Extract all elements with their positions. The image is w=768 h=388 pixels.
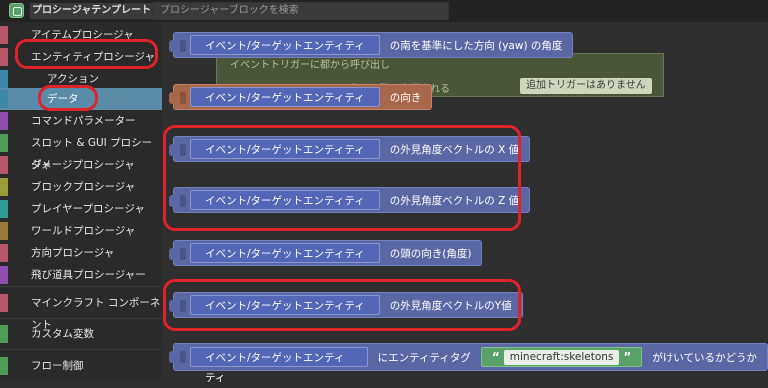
block-handle (180, 92, 186, 104)
string-block[interactable]: “ minecraft:skeletons ” (480, 347, 643, 367)
category-player[interactable]: プレイヤープロシージャ (0, 198, 162, 220)
category-projectile[interactable]: 飛び道具プロシージャー (0, 264, 162, 286)
block-handle (180, 40, 186, 52)
open-quote-icon: “ (491, 350, 500, 364)
category-color-bar (0, 178, 8, 196)
template-title[interactable]: プロシージャテンプレート (30, 3, 157, 19)
category-color-bar (0, 134, 8, 152)
entity-input[interactable]: イベント/ターゲットエンティティ (190, 35, 380, 55)
block-head-rotation[interactable]: イベント/ターゲットエンティティ の頭の向き(角度) (169, 240, 483, 266)
sidebar-divider (0, 318, 162, 319)
category-label: アクション (47, 73, 99, 85)
sidebar-divider (0, 286, 162, 287)
category-color-bar (0, 357, 8, 375)
block-label: の南を基準にした方向 (yaw) の角度 (389, 39, 563, 52)
block-label: がけいているかどうか (652, 351, 757, 364)
category-slot-gui[interactable]: スロット & GUI プロシージャ (0, 132, 162, 171)
category-flow-control[interactable]: フロー制御 (0, 355, 162, 377)
block-connector (169, 351, 175, 363)
block-connector (169, 40, 175, 52)
category-custom-variables[interactable]: カスタム変数 (0, 323, 162, 345)
category-world[interactable]: ワールドプロシージャ (0, 220, 162, 242)
category-command-parameters[interactable]: コマンドパラメーター (0, 110, 162, 132)
block-direction[interactable]: イベント/ターゲットエンティティ の向き (169, 84, 433, 110)
ghost-text: イベントトリガーに都から呼び出し (230, 60, 390, 71)
category-color-bar (0, 112, 8, 130)
category-color-bar (0, 325, 8, 343)
category-label: ダメージプロシージャ (31, 159, 135, 171)
block-label: の頭の向き(角度) (389, 247, 472, 260)
highlight-ring (163, 125, 521, 231)
category-label: ブロックプロシージャ (31, 181, 136, 193)
highlight-ring (163, 279, 521, 331)
tag-string-input[interactable]: minecraft:skeletons (503, 349, 620, 365)
block-entity-tag-check[interactable]: イベント/ターゲットエンティティ にエンティティタグ “ minecraft:s… (169, 343, 768, 384)
procedure-template-icon[interactable] (9, 3, 24, 18)
entity-input[interactable]: イベント/ターゲットエンティティ (190, 243, 380, 263)
category-color-bar (0, 222, 8, 240)
ghost-trigger-badge: 追加トリガーはありません (520, 78, 652, 94)
category-color-bar (0, 266, 8, 284)
sidebar-divider (0, 349, 162, 350)
category-color-bar (0, 90, 8, 108)
block-handle (180, 248, 186, 260)
block-label: にエンティティタグ (377, 351, 471, 364)
category-color-bar (0, 244, 8, 262)
block-yaw-angle[interactable]: イベント/ターゲットエンティティ の南を基準にした方向 (yaw) の角度 (169, 32, 574, 58)
close-quote-icon: ” (623, 350, 632, 364)
category-color-bar (0, 26, 8, 44)
category-label: カスタム変数 (31, 328, 94, 340)
block-connector (169, 248, 175, 260)
category-damage[interactable]: ダメージプロシージャ (0, 154, 162, 176)
category-label: プレイヤープロシージャ (31, 203, 145, 215)
category-block[interactable]: ブロックプロシージャ (0, 176, 162, 198)
highlight-ring (38, 85, 98, 111)
block-handle (180, 351, 186, 363)
category-color-bar (0, 48, 8, 66)
entity-input[interactable]: イベント/ターゲットエンティティ (190, 87, 380, 107)
category-label: フロー制御 (31, 360, 84, 372)
category-color-bar (0, 70, 8, 88)
block-label: の向き (389, 91, 422, 104)
category-label: 飛び道具プロシージャー (31, 269, 146, 281)
category-color-bar (0, 156, 8, 174)
category-label: 方向プロシージャ (31, 247, 115, 259)
highlight-ring (15, 39, 158, 69)
category-minecraft-components[interactable]: マインクラフト コンポーネント (0, 292, 162, 331)
category-sidebar: アイテムプロシージャ エンティティプロシージャ アクション データ コマンドパラ… (0, 22, 162, 378)
category-label: ワールドプロシージャ (31, 225, 136, 237)
category-color-bar (0, 294, 8, 312)
block-connector (169, 92, 175, 104)
search-input[interactable]: プロシージャーブロックを検索 (153, 2, 449, 20)
entity-input[interactable]: イベント/ターゲットエンティティ (190, 347, 368, 384)
category-label: コマンドパラメーター (31, 115, 136, 127)
category-color-bar (0, 200, 8, 218)
category-direction[interactable]: 方向プロシージャ (0, 242, 162, 264)
title-bar: プロシージャテンプレート プロシージャーブロックを検索 (0, 0, 768, 23)
